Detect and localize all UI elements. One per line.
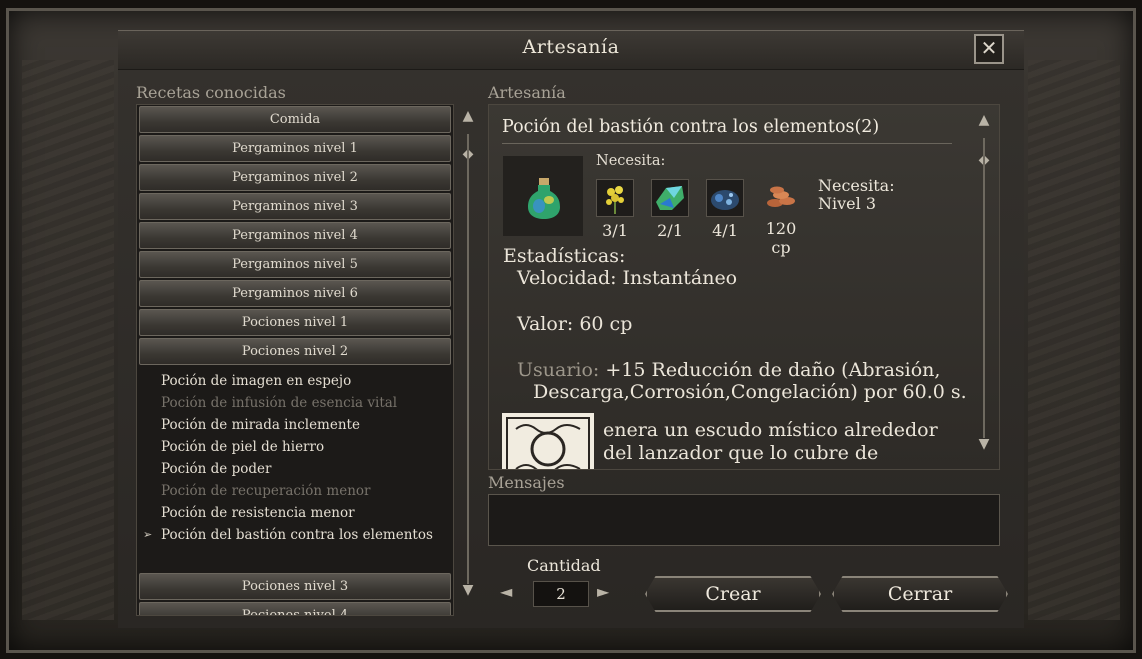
- ingredient-2[interactable]: 2/1: [650, 179, 690, 240]
- recipe-name: Poción del bastión contra los elementos: [161, 527, 433, 543]
- recipe-item[interactable]: Poción de infusión de esencia vital: [137, 392, 453, 414]
- category-header[interactable]: Pergaminos nivel 5: [139, 251, 451, 278]
- scroll-up-icon[interactable]: ▲: [976, 112, 992, 128]
- scroll-up-icon[interactable]: ▲: [460, 108, 476, 124]
- recipe-name: Poción de infusión de esencia vital: [161, 395, 398, 411]
- recipe-list-scrollbar[interactable]: ▲ ◆ ▼: [460, 104, 476, 616]
- user-effect-line-2: Descarga,Corrosión,Congelación) por 60.0…: [533, 381, 967, 403]
- recipe-item[interactable]: Poción de piel de hierro: [137, 436, 453, 458]
- messages-label: Mensajes: [488, 473, 565, 492]
- yellow-flower-icon: [596, 179, 634, 217]
- ingredient-qty: 4/1: [712, 221, 738, 240]
- ingredient-3[interactable]: 4/1: [705, 179, 745, 240]
- scroll-down-icon[interactable]: ▼: [976, 436, 992, 452]
- scroll-track: [467, 134, 469, 584]
- category-header[interactable]: Pociones nivel 3: [139, 573, 451, 600]
- ornate-letter-icon: [502, 413, 594, 469]
- recipe-item[interactable]: Poción de recuperación menor: [137, 480, 453, 502]
- recipe-item[interactable]: ➢ Poción del bastión contra los elementos: [137, 524, 453, 546]
- ingredient-qty: 3/1: [602, 221, 628, 240]
- recipe-title: Poción del bastión contra los elementos(…: [502, 117, 880, 137]
- potion-icon: [528, 178, 560, 219]
- stats-label: Estadísticas:: [503, 245, 626, 267]
- recipe-name: Poción de recuperación menor: [161, 483, 371, 499]
- window-title: Artesanía: [522, 36, 620, 58]
- ingredient-qty: 2/1: [657, 221, 683, 240]
- category-header[interactable]: Pergaminos nivel 6: [139, 280, 451, 307]
- recipe-name: Poción de poder: [161, 461, 272, 477]
- description-line-2: del lanzador que lo cubre de: [603, 442, 879, 464]
- create-button[interactable]: Crear: [645, 576, 821, 612]
- copper-coins-icon: [763, 179, 799, 215]
- recipe-name: Poción de piel de hierro: [161, 439, 325, 455]
- recipe-name: Poción de mirada inclemente: [161, 417, 360, 433]
- right-carving: [1028, 60, 1120, 620]
- recipe-name: Poción de imagen en espejo: [161, 373, 352, 389]
- needs-label: Necesita:: [596, 153, 666, 169]
- category-header[interactable]: Pergaminos nivel 4: [139, 222, 451, 249]
- quantity-input[interactable]: 2: [533, 581, 589, 607]
- category-header[interactable]: Comida: [139, 106, 451, 133]
- selected-arrow-icon: ➢: [143, 528, 153, 541]
- increase-quantity-icon[interactable]: ►: [597, 582, 609, 601]
- requirement-value: Nivel 3: [818, 194, 877, 213]
- detail-scrollbar[interactable]: ▲ ◆ ▼: [976, 112, 992, 468]
- recipe-item[interactable]: Poción de resistencia menor: [137, 502, 453, 524]
- category-header[interactable]: Pergaminos nivel 1: [139, 135, 451, 162]
- stats-block: Estadísticas: Velocidad: Instantáneo Val…: [503, 245, 967, 403]
- level-requirement: Necesita: Nivel 3: [818, 177, 895, 213]
- blue-ore-icon: [706, 179, 744, 217]
- left-carving: [22, 60, 114, 620]
- decrease-quantity-icon[interactable]: ◄: [500, 582, 512, 601]
- user-effect-line-1: +15 Reducción de daño (Abrasión,: [605, 359, 941, 381]
- ingredient-1[interactable]: 3/1: [595, 179, 635, 240]
- speed-stat: Velocidad: Instantáneo: [517, 267, 738, 289]
- value-stat: Valor: 60 cp: [517, 313, 633, 335]
- recipe-list: Comida Pergaminos nivel 1 Pergaminos nivel…: [136, 104, 454, 616]
- requirement-label: Necesita:: [818, 176, 895, 195]
- user-label: Usuario:: [517, 359, 600, 381]
- recipe-detail-panel: Poción del bastión contra los elementos(…: [488, 104, 1000, 470]
- recipe-item[interactable]: Poción de imagen en espejo: [137, 370, 453, 392]
- quantity-label: Cantidad: [527, 556, 601, 575]
- user-effect: Usuario: +15 Reducción de daño (Abrasión…: [503, 359, 967, 381]
- close-window-button[interactable]: ✕: [974, 34, 1004, 64]
- category-header[interactable]: Pergaminos nivel 3: [139, 193, 451, 220]
- category-header[interactable]: Pociones nivel 1: [139, 309, 451, 336]
- description-line-1: enera un escudo místico alrededor: [603, 419, 938, 441]
- recipe-item[interactable]: Poción de poder: [137, 458, 453, 480]
- category-header[interactable]: Pociones nivel 4: [139, 602, 451, 615]
- category-header[interactable]: Pociones nivel 2: [139, 338, 451, 365]
- scroll-down-icon[interactable]: ▼: [460, 582, 476, 598]
- description: enera un escudo místico alrededor del la…: [603, 419, 938, 465]
- title-divider: [502, 143, 952, 144]
- close-button[interactable]: Cerrar: [832, 576, 1008, 612]
- category-header[interactable]: Pergaminos nivel 2: [139, 164, 451, 191]
- scroll-track: [983, 138, 985, 438]
- recipe-item[interactable]: Poción de mirada inclemente: [137, 414, 453, 436]
- crafting-label: Artesanía: [488, 83, 566, 102]
- potion-slot: [503, 156, 583, 236]
- messages-box: [488, 494, 1000, 546]
- recipes-label: Recetas conocidas: [136, 83, 286, 102]
- green-gem-icon: [651, 179, 689, 217]
- recipe-name: Poción de resistencia menor: [161, 505, 355, 521]
